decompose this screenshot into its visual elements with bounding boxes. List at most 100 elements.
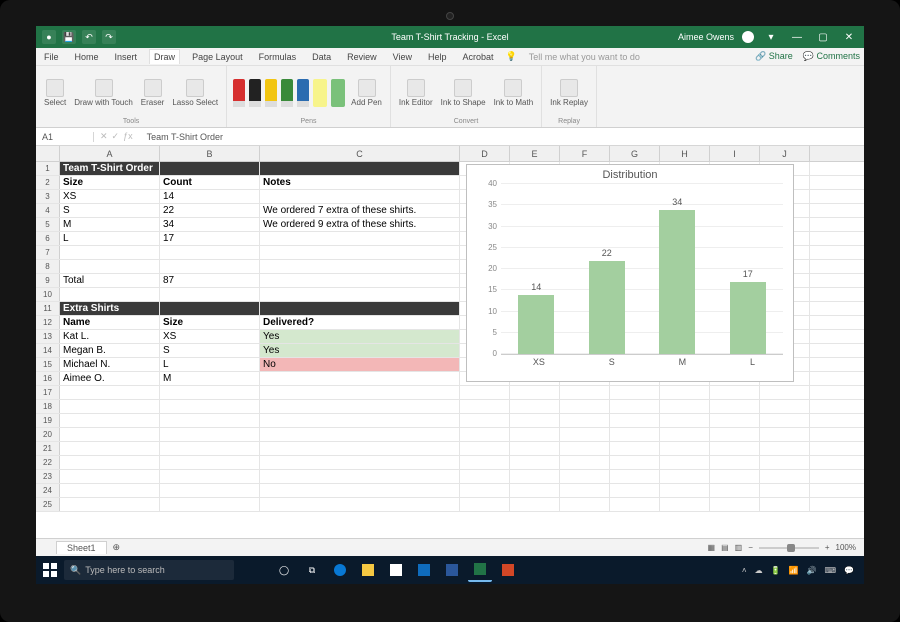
lasso-tool[interactable]: Lasso Select: [170, 79, 220, 107]
ink-to-math-button[interactable]: Ink to Math: [492, 79, 536, 107]
cell[interactable]: Count: [160, 176, 260, 189]
sheet-tab-1[interactable]: Sheet1: [56, 541, 107, 554]
cell[interactable]: No: [260, 358, 460, 371]
cell[interactable]: [160, 386, 260, 399]
cell[interactable]: [60, 484, 160, 497]
cell[interactable]: [560, 498, 610, 511]
cell[interactable]: M: [160, 372, 260, 385]
cell[interactable]: [710, 498, 760, 511]
cell[interactable]: [160, 498, 260, 511]
row-header-8[interactable]: 8: [36, 260, 60, 273]
ink-to-shape-button[interactable]: Ink to Shape: [439, 79, 488, 107]
cell[interactable]: XS: [60, 190, 160, 203]
cancel-formula-icon[interactable]: ✕: [100, 131, 108, 142]
cell[interactable]: [260, 400, 460, 413]
row-header-15[interactable]: 15: [36, 358, 60, 371]
cell[interactable]: Size: [160, 316, 260, 329]
cell[interactable]: [610, 414, 660, 427]
cell[interactable]: [560, 428, 610, 441]
cell[interactable]: [260, 288, 460, 301]
wifi-icon[interactable]: 📶: [789, 566, 799, 575]
taskbar-search[interactable]: 🔍 Type here to search: [64, 560, 234, 580]
cell[interactable]: [160, 414, 260, 427]
cell[interactable]: [560, 386, 610, 399]
cell[interactable]: L: [160, 358, 260, 371]
cell[interactable]: [60, 470, 160, 483]
undo-icon[interactable]: ↶: [82, 30, 96, 44]
cell[interactable]: [710, 470, 760, 483]
cell[interactable]: [260, 498, 460, 511]
draw-touch-tool[interactable]: Draw with Touch: [72, 79, 135, 107]
cell[interactable]: [160, 484, 260, 497]
cell[interactable]: Michael N.: [60, 358, 160, 371]
tab-help[interactable]: Help: [424, 50, 451, 64]
cell[interactable]: [260, 470, 460, 483]
cell[interactable]: [260, 302, 460, 315]
row-header-21[interactable]: 21: [36, 442, 60, 455]
cell[interactable]: 87: [160, 274, 260, 287]
pen-red[interactable]: [233, 79, 245, 107]
enter-formula-icon[interactable]: ✓: [112, 131, 120, 142]
cell[interactable]: [760, 386, 810, 399]
cell[interactable]: [610, 470, 660, 483]
ink-editor-button[interactable]: Ink Editor: [397, 79, 435, 107]
file-explorer-icon[interactable]: [356, 558, 380, 582]
cell[interactable]: [160, 302, 260, 315]
cell[interactable]: [610, 428, 660, 441]
col-header-D[interactable]: D: [460, 146, 510, 161]
pen-black[interactable]: [249, 79, 261, 107]
ink-replay-button[interactable]: Ink Replay: [548, 79, 590, 107]
cell[interactable]: Extra Shirts: [60, 302, 160, 315]
row-header-5[interactable]: 5: [36, 218, 60, 231]
cell[interactable]: 17: [160, 232, 260, 245]
add-sheet-icon[interactable]: ⊕: [113, 542, 121, 553]
cell[interactable]: Yes: [260, 330, 460, 343]
cell[interactable]: [460, 400, 510, 413]
cell[interactable]: [60, 414, 160, 427]
store-icon[interactable]: [384, 558, 408, 582]
tab-draw[interactable]: Draw: [149, 49, 180, 64]
redo-icon[interactable]: ↷: [102, 30, 116, 44]
cell[interactable]: [260, 232, 460, 245]
cell[interactable]: [560, 400, 610, 413]
cell[interactable]: [610, 498, 660, 511]
cell[interactable]: [760, 484, 810, 497]
cell[interactable]: L: [60, 232, 160, 245]
cell[interactable]: [460, 386, 510, 399]
cell[interactable]: [460, 484, 510, 497]
col-header-H[interactable]: H: [660, 146, 710, 161]
cell[interactable]: 22: [160, 204, 260, 217]
tab-formulas[interactable]: Formulas: [255, 50, 301, 64]
row-header-17[interactable]: 17: [36, 386, 60, 399]
cell[interactable]: Aimee O.: [60, 372, 160, 385]
cell[interactable]: Total: [60, 274, 160, 287]
cell[interactable]: [560, 484, 610, 497]
row-header-19[interactable]: 19: [36, 414, 60, 427]
cell[interactable]: [260, 484, 460, 497]
cell[interactable]: [660, 386, 710, 399]
cell[interactable]: We ordered 7 extra of these shirts.: [260, 204, 460, 217]
cell[interactable]: [60, 428, 160, 441]
cell[interactable]: [60, 498, 160, 511]
row-header-25[interactable]: 25: [36, 498, 60, 511]
row-header-1[interactable]: 1: [36, 162, 60, 175]
cell[interactable]: [160, 470, 260, 483]
cell[interactable]: [260, 372, 460, 385]
cell[interactable]: [510, 428, 560, 441]
tab-page-layout[interactable]: Page Layout: [188, 50, 247, 64]
formula-input[interactable]: Team T-Shirt Order: [139, 132, 864, 142]
chart-distribution[interactable]: Distribution 051015202530354014223417 XS…: [466, 164, 794, 382]
cell[interactable]: [510, 414, 560, 427]
highlighter-green[interactable]: [331, 79, 345, 107]
minimize-icon[interactable]: —: [788, 30, 806, 44]
cell[interactable]: [460, 442, 510, 455]
cell[interactable]: [260, 442, 460, 455]
cell[interactable]: [260, 386, 460, 399]
maximize-icon[interactable]: ▢: [814, 30, 832, 44]
cell[interactable]: [610, 484, 660, 497]
cell[interactable]: [760, 428, 810, 441]
col-header-F[interactable]: F: [560, 146, 610, 161]
select-tool[interactable]: Select: [42, 79, 68, 107]
col-header-B[interactable]: B: [160, 146, 260, 161]
cell[interactable]: [460, 470, 510, 483]
